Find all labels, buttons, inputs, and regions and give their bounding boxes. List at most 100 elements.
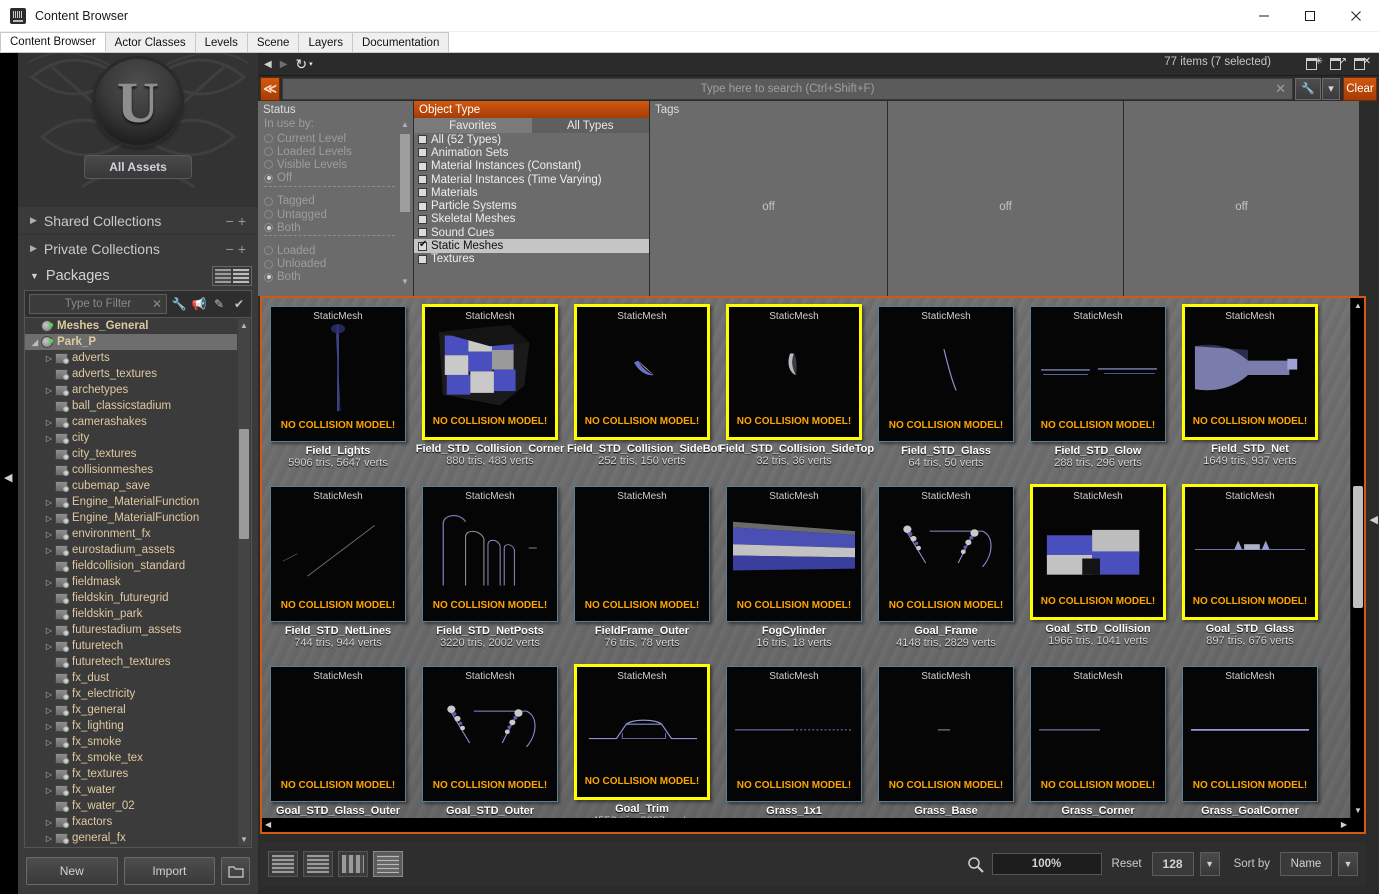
tree-node[interactable]: ▷city xyxy=(25,430,237,446)
checkbox-icon[interactable] xyxy=(418,242,427,251)
minimize-icon[interactable] xyxy=(1241,0,1287,32)
shared-collections-actions[interactable]: −+ xyxy=(226,213,250,229)
asset-tile[interactable]: StaticMeshNO COLLISION MODEL!Field_STD_N… xyxy=(414,478,566,658)
checkbox-icon[interactable] xyxy=(418,188,427,197)
tree-node[interactable]: fx_dust xyxy=(25,670,237,686)
search-settings-dropdown-icon[interactable]: ▾ xyxy=(1322,78,1340,100)
asset-tile[interactable]: StaticMeshNO COLLISION MODEL!Goal_Trim45… xyxy=(566,658,718,818)
chevron-right-icon[interactable]: ▷ xyxy=(43,578,55,587)
new-button[interactable]: New xyxy=(26,857,118,885)
asset-tile[interactable]: StaticMeshNO COLLISION MODEL!Goal_STD_Co… xyxy=(1022,478,1174,658)
packages-header[interactable]: ▼ Packages xyxy=(18,262,258,290)
column-view-icon[interactable] xyxy=(338,851,368,877)
asset-tile[interactable]: StaticMeshNO COLLISION MODEL!Field_STD_G… xyxy=(1022,298,1174,478)
search-input[interactable]: Type here to search (Ctrl+Shift+F) ✕ xyxy=(282,78,1293,100)
tree-node[interactable]: ▷fieldmask xyxy=(25,574,237,590)
refresh-icon[interactable]: ↻▾ xyxy=(295,56,312,73)
asset-tile[interactable]: StaticMeshNO COLLISION MODEL!Field_Light… xyxy=(262,298,414,478)
chevron-right-icon[interactable]: ▷ xyxy=(43,626,55,635)
popout-asset-icon[interactable]: ↗ xyxy=(1329,55,1347,73)
asset-tile[interactable]: StaticMeshNO COLLISION MODEL!FieldFrame_… xyxy=(566,478,718,658)
private-collections-actions[interactable]: −+ xyxy=(226,241,250,257)
asset-thumbnail[interactable]: StaticMeshNO COLLISION MODEL! xyxy=(422,486,558,622)
chevron-right-icon[interactable]: ▷ xyxy=(43,530,55,539)
tree-node[interactable]: ▷fxactors xyxy=(25,814,237,830)
asset-thumbnail[interactable]: StaticMeshNO COLLISION MODEL! xyxy=(1182,484,1318,620)
radio-icon[interactable] xyxy=(264,197,273,206)
object-type-option[interactable]: Particle Systems xyxy=(414,199,649,212)
tree-node[interactable]: ▷fx_smoke xyxy=(25,734,237,750)
asset-thumbnail[interactable]: StaticMeshNO COLLISION MODEL! xyxy=(1030,306,1166,442)
thumbnail-size-dropdown-icon[interactable]: ▼ xyxy=(1200,852,1220,876)
radio-icon[interactable] xyxy=(264,147,273,156)
tree-node[interactable]: ▷fx_textures xyxy=(25,766,237,782)
tab-actor-classes[interactable]: Actor Classes xyxy=(105,32,196,52)
tree-node[interactable]: ▷Engine_MaterialFunction xyxy=(25,494,237,510)
search-settings-wrench-icon[interactable]: 🔧 xyxy=(1295,78,1321,100)
tree-node[interactable]: ▷archetypes xyxy=(25,382,237,398)
object-type-option[interactable]: Material Instances (Constant) xyxy=(414,160,649,173)
maximize-icon[interactable] xyxy=(1287,0,1333,32)
tree-node[interactable]: ◢Park_P xyxy=(25,334,237,350)
tree-node[interactable]: ▷fx_general xyxy=(25,702,237,718)
asset-tile[interactable]: StaticMeshNO COLLISION MODEL!Field_STD_C… xyxy=(718,298,870,478)
tree-scrollbar[interactable]: ▲ ▼ xyxy=(238,319,250,846)
tree-node[interactable]: fieldskin_futuregrid xyxy=(25,590,237,606)
chevron-right-icon[interactable]: ▷ xyxy=(43,834,55,843)
scroll-down-icon[interactable]: ▼ xyxy=(240,835,248,844)
checkbox-icon[interactable] xyxy=(418,215,427,224)
chevron-right-icon[interactable]: ▷ xyxy=(43,514,55,523)
grid-scrollbar-horizontal[interactable]: ◀ ▶ xyxy=(262,818,1350,832)
import-button[interactable]: Import xyxy=(124,857,216,885)
chevron-right-icon[interactable]: ▷ xyxy=(43,690,55,699)
tree-node[interactable]: ▷fx_water xyxy=(25,782,237,798)
radio-icon[interactable] xyxy=(264,160,273,169)
sort-value[interactable]: Name xyxy=(1280,852,1332,876)
chevron-right-icon[interactable]: ▷ xyxy=(43,418,55,427)
tab-all-types[interactable]: All Types xyxy=(532,118,650,133)
asset-thumbnail[interactable]: StaticMeshNO COLLISION MODEL! xyxy=(726,304,862,440)
asset-thumbnail[interactable]: StaticMeshNO COLLISION MODEL! xyxy=(878,486,1014,622)
thumbnail-size-value[interactable]: 128 xyxy=(1152,852,1194,876)
asset-tile[interactable]: StaticMeshNO COLLISION MODEL!Goal_STD_Ou… xyxy=(414,658,566,818)
asset-thumbnail[interactable]: StaticMeshNO COLLISION MODEL! xyxy=(1182,304,1318,440)
zoom-slider[interactable]: 100% xyxy=(992,853,1102,875)
radio-icon[interactable] xyxy=(264,260,273,269)
asset-tile[interactable]: StaticMeshNO COLLISION MODEL!Field_STD_C… xyxy=(414,298,566,478)
checkbox-icon[interactable] xyxy=(418,228,427,237)
status-radio-option[interactable]: Untagged xyxy=(258,208,413,221)
radio-icon[interactable] xyxy=(264,210,273,219)
chevron-right-icon[interactable]: ▷ xyxy=(43,498,55,507)
scroll-left-icon[interactable]: ◀ xyxy=(265,820,271,829)
tree-node[interactable]: fieldskin_park xyxy=(25,606,237,622)
asset-tile[interactable]: StaticMeshNO COLLISION MODEL!Grass_1x151… xyxy=(718,658,870,818)
checkbox-icon[interactable] xyxy=(418,148,427,157)
checkbox-icon[interactable] xyxy=(418,255,427,264)
asset-thumbnail[interactable]: StaticMeshNO COLLISION MODEL! xyxy=(878,666,1014,802)
asset-tile[interactable]: StaticMeshNO COLLISION MODEL!Grass_Base2… xyxy=(870,658,1022,818)
status-scrollbar[interactable]: ▲ ▼ xyxy=(399,120,411,294)
tree-node[interactable]: fieldcollision_standard xyxy=(25,558,237,574)
reset-zoom-button[interactable]: Reset xyxy=(1108,858,1146,870)
tree-node[interactable]: ▷futurestadium_assets xyxy=(25,622,237,638)
chevron-right-icon[interactable]: ▷ xyxy=(43,722,55,731)
chevron-right-icon[interactable]: ▷ xyxy=(43,434,55,443)
private-collections-header[interactable]: ▶ Private Collections −+ xyxy=(18,234,258,262)
asset-tile[interactable]: StaticMeshNO COLLISION MODEL!FogCylinder… xyxy=(718,478,870,658)
chevron-right-icon[interactable]: ▷ xyxy=(43,786,55,795)
scroll-up-icon[interactable]: ▲ xyxy=(1354,301,1362,310)
chevron-down-icon[interactable]: ◢ xyxy=(29,338,41,347)
tree-node[interactable]: ▷adverts xyxy=(25,350,237,366)
asset-thumbnail[interactable]: StaticMeshNO COLLISION MODEL! xyxy=(270,666,406,802)
radio-icon[interactable] xyxy=(264,273,273,282)
tree-view-icon[interactable] xyxy=(215,269,231,283)
scroll-down-icon[interactable]: ▼ xyxy=(1354,806,1362,815)
tree-node[interactable]: ▷eurostadium_assets xyxy=(25,542,237,558)
tab-scene[interactable]: Scene xyxy=(247,32,300,52)
asset-thumbnail[interactable]: StaticMeshNO COLLISION MODEL! xyxy=(422,666,558,802)
collapse-left-panel-icon[interactable]: ◀ xyxy=(4,471,16,487)
asset-tile[interactable]: StaticMeshNO COLLISION MODEL!Grass_Corne… xyxy=(1022,658,1174,818)
tree-node[interactable]: ▷environment_fx xyxy=(25,526,237,542)
asset-grid[interactable]: StaticMeshNO COLLISION MODEL!Field_Light… xyxy=(262,298,1350,818)
chevron-right-icon[interactable]: ▷ xyxy=(43,546,55,555)
